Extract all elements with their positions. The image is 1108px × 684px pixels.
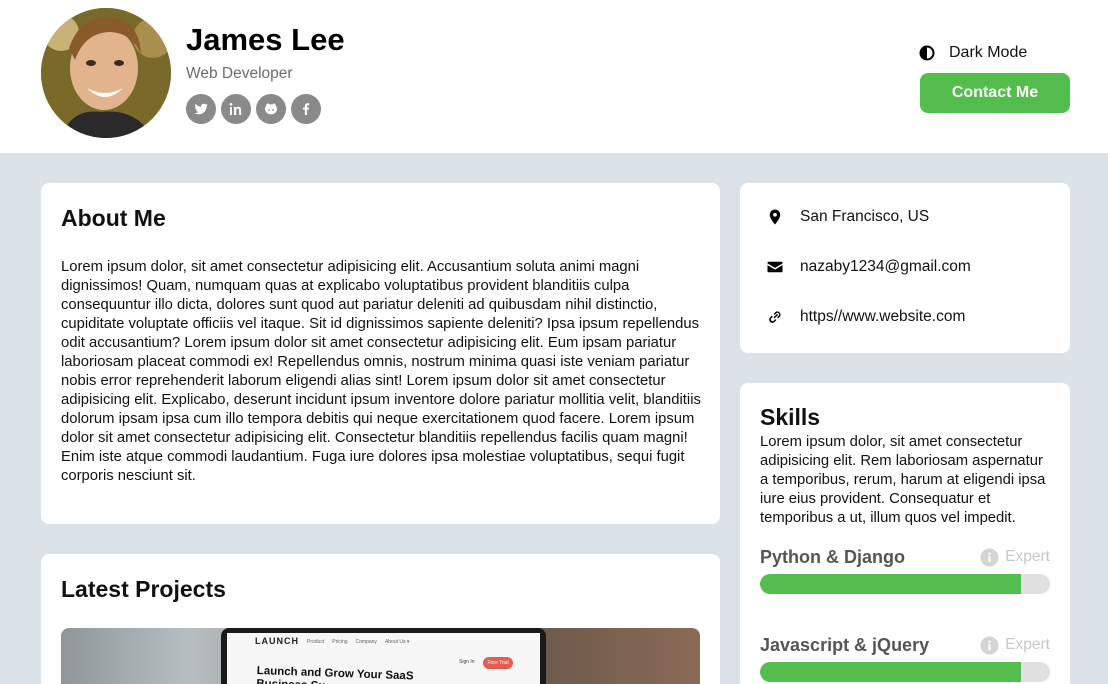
skill-progress-fill: [760, 574, 1021, 594]
envelope-icon: [767, 261, 783, 273]
github-link[interactable]: [256, 94, 286, 124]
projects-card: Latest Projects LAUNCH Product Pricing C…: [41, 554, 720, 684]
skill-progress-fill: [760, 662, 1021, 682]
skills-title: Skills: [760, 404, 821, 430]
skill-progress-bar: [760, 662, 1050, 682]
skills-card: Skills Lorem ipsum dolor, sit amet conse…: [740, 383, 1070, 684]
about-title: About Me: [61, 205, 166, 231]
project-nav-item: Product: [307, 639, 325, 645]
project-nav-item: About Us ▾: [384, 639, 410, 645]
skill-progress-bar: [760, 574, 1050, 594]
website-row: https//www.website.com: [766, 308, 965, 326]
skill-item: Python & Django Expert: [760, 546, 1050, 594]
skill-item: Javascript & jQuery Expert: [760, 634, 1050, 682]
project-screen: LAUNCH Product Pricing Company About Us …: [227, 633, 540, 684]
project-nav-item: Pricing: [332, 639, 348, 645]
skill-level-label: Expert: [1005, 636, 1050, 653]
email-link[interactable]: nazaby1234@gmail.com: [800, 258, 971, 276]
linkedin-link[interactable]: [221, 94, 251, 124]
location-row: San Francisco, US: [766, 208, 929, 226]
website-link[interactable]: https//www.website.com: [800, 308, 965, 326]
link-icon: [769, 311, 781, 323]
github-icon: [265, 103, 277, 115]
about-card: About Me Lorem ipsum dolor, sit amet con…: [41, 183, 720, 524]
project-signin: Sign In: [459, 659, 475, 665]
facebook-link[interactable]: [291, 94, 321, 124]
avatar-photo: [41, 8, 171, 138]
contact-info-card: San Francisco, US nazaby1234@gmail.com h…: [740, 183, 1070, 353]
profile-header: James Lee Web Developer Dark Mode Contac…: [0, 0, 1108, 153]
project-headline: Launch and Grow Your SaaS Business Su: [256, 665, 414, 684]
projects-title: Latest Projects: [61, 576, 226, 602]
laptop-mockup: LAUNCH Product Pricing Company About Us …: [221, 628, 546, 684]
project-thumbnail[interactable]: LAUNCH Product Pricing Company About Us …: [61, 628, 700, 684]
info-icon: [980, 635, 999, 655]
skill-name: Javascript & jQuery: [760, 634, 930, 655]
twitter-icon: [194, 103, 208, 115]
project-nav-item: Company: [355, 639, 377, 645]
map-pin-icon: [769, 209, 781, 225]
twitter-link[interactable]: [186, 94, 216, 124]
project-logo: LAUNCH: [255, 636, 299, 646]
contact-me-button[interactable]: Contact Me: [920, 73, 1070, 113]
dark-mode-toggle[interactable]: Dark Mode: [919, 44, 1027, 62]
dark-mode-label: Dark Mode: [949, 44, 1028, 61]
skills-text: Lorem ipsum dolor, sit amet consectetur …: [760, 434, 1046, 526]
social-links: [186, 94, 321, 124]
skill-level: Expert: [980, 547, 1050, 567]
location-text: San Francisco, US: [800, 208, 930, 225]
profile-name: James Lee: [186, 22, 345, 57]
info-icon: [980, 547, 999, 567]
about-text: Lorem ipsum dolor, sit amet consectetur …: [61, 259, 701, 484]
half-circle-icon: [919, 45, 935, 61]
project-cta: Free Trial: [483, 657, 513, 669]
skill-level: Expert: [980, 635, 1050, 655]
project-nav: Product Pricing Company About Us ▾: [307, 639, 409, 645]
facebook-icon: [303, 103, 310, 115]
profile-role: Web Developer: [186, 65, 293, 82]
email-row: nazaby1234@gmail.com: [766, 258, 971, 276]
linkedin-icon: [229, 103, 242, 115]
skill-name: Python & Django: [760, 546, 905, 567]
skill-level-label: Expert: [1005, 548, 1050, 565]
avatar: [41, 8, 171, 138]
